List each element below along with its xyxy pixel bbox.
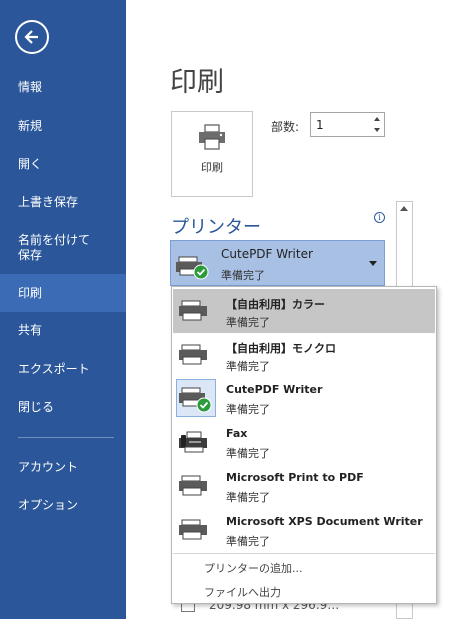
print-button-label: 印刷 — [201, 161, 223, 174]
nav-account[interactable]: アカウント — [0, 460, 126, 478]
printer-dropdown-list: 【自由利用】カラー 準備完了 【自由利用】モノクロ 準備完了 CutePDF W… — [171, 286, 437, 604]
printer-option-name: CutePDF Writer — [226, 383, 323, 396]
copies-value: 1 — [316, 118, 324, 132]
dropdown-divider — [173, 553, 435, 554]
nav-save[interactable]: 上書き保存 — [0, 195, 126, 213]
backstage-sidebar: 情報 新規 開く 上書き保存 名前を付けて 保存 印刷 共有 エクスポート 閉じ… — [0, 0, 126, 619]
printer-option[interactable]: 【自由利用】カラー 準備完了 — [173, 289, 435, 333]
printer-option-status: 準備完了 — [226, 316, 270, 329]
selected-printer-name: CutePDF Writer — [221, 247, 313, 261]
nav-close[interactable]: 閉じる — [0, 400, 126, 418]
nav-divider — [18, 437, 114, 438]
printer-option-name: 【自由利用】モノクロ — [226, 342, 336, 355]
printer-option[interactable]: Microsoft XPS Document Writer 準備完了 — [173, 508, 435, 552]
printer-option[interactable]: 【自由利用】モノクロ 準備完了 — [173, 333, 435, 377]
nav-open[interactable]: 開く — [0, 157, 126, 175]
nav-options[interactable]: オプション — [0, 498, 126, 516]
printer-option[interactable]: CutePDF Writer 準備完了 — [173, 376, 435, 420]
copies-stepper[interactable]: 1 — [310, 112, 385, 137]
printer-option-name: 【自由利用】カラー — [226, 298, 325, 311]
nav-export[interactable]: エクスポート — [0, 362, 126, 380]
printer-default-check-icon — [176, 256, 209, 280]
printer-default-check-icon — [179, 387, 212, 413]
print-to-file-option[interactable]: ファイルへ出力 — [204, 584, 281, 600]
page-title: 印刷 — [170, 67, 224, 98]
printer-option-status: 準備完了 — [226, 535, 270, 548]
fax-icon — [179, 431, 207, 453]
selected-printer-status: 準備完了 — [221, 269, 265, 282]
nav-new[interactable]: 新規 — [0, 119, 126, 137]
nav-share[interactable]: 共有 — [0, 323, 126, 341]
printer-icon — [179, 344, 207, 365]
printer-option-status: 準備完了 — [226, 360, 270, 373]
chevron-down-icon — [374, 128, 380, 132]
printer-icon — [179, 519, 207, 540]
printer-option-name: Microsoft XPS Document Writer — [226, 515, 423, 528]
printer-option-status: 準備完了 — [226, 491, 270, 504]
copies-label: 部数: — [271, 120, 300, 134]
printer-icon — [199, 124, 225, 150]
printer-icon — [179, 300, 207, 321]
info-icon[interactable]: i — [374, 212, 385, 223]
printer-option-name: Fax — [226, 427, 248, 440]
chevron-up-icon — [374, 117, 380, 121]
copies-decrement-button[interactable] — [370, 124, 384, 136]
add-printer-link[interactable]: プリンターの追加... — [204, 560, 303, 576]
back-arrow-icon — [24, 30, 38, 44]
nav-info[interactable]: 情報 — [0, 80, 126, 98]
printer-option-name: Microsoft Print to PDF — [226, 471, 364, 484]
back-button[interactable] — [15, 20, 49, 54]
printer-icon — [179, 475, 207, 496]
print-button[interactable]: 印刷 — [171, 111, 253, 197]
printer-option[interactable]: Fax 準備完了 — [173, 420, 435, 464]
printer-option-status: 準備完了 — [226, 447, 270, 460]
nav-print[interactable]: 印刷 — [0, 274, 126, 312]
dropdown-arrow-icon — [369, 261, 377, 266]
printer-option-status: 準備完了 — [226, 403, 270, 416]
printer-heading: プリンター — [171, 217, 261, 238]
nav-save-as[interactable]: 名前を付けて 保存 — [0, 233, 126, 265]
printer-select[interactable]: CutePDF Writer 準備完了 — [170, 240, 385, 286]
scroll-up-icon — [400, 206, 408, 211]
printer-option[interactable]: Microsoft Print to PDF 準備完了 — [173, 464, 435, 508]
